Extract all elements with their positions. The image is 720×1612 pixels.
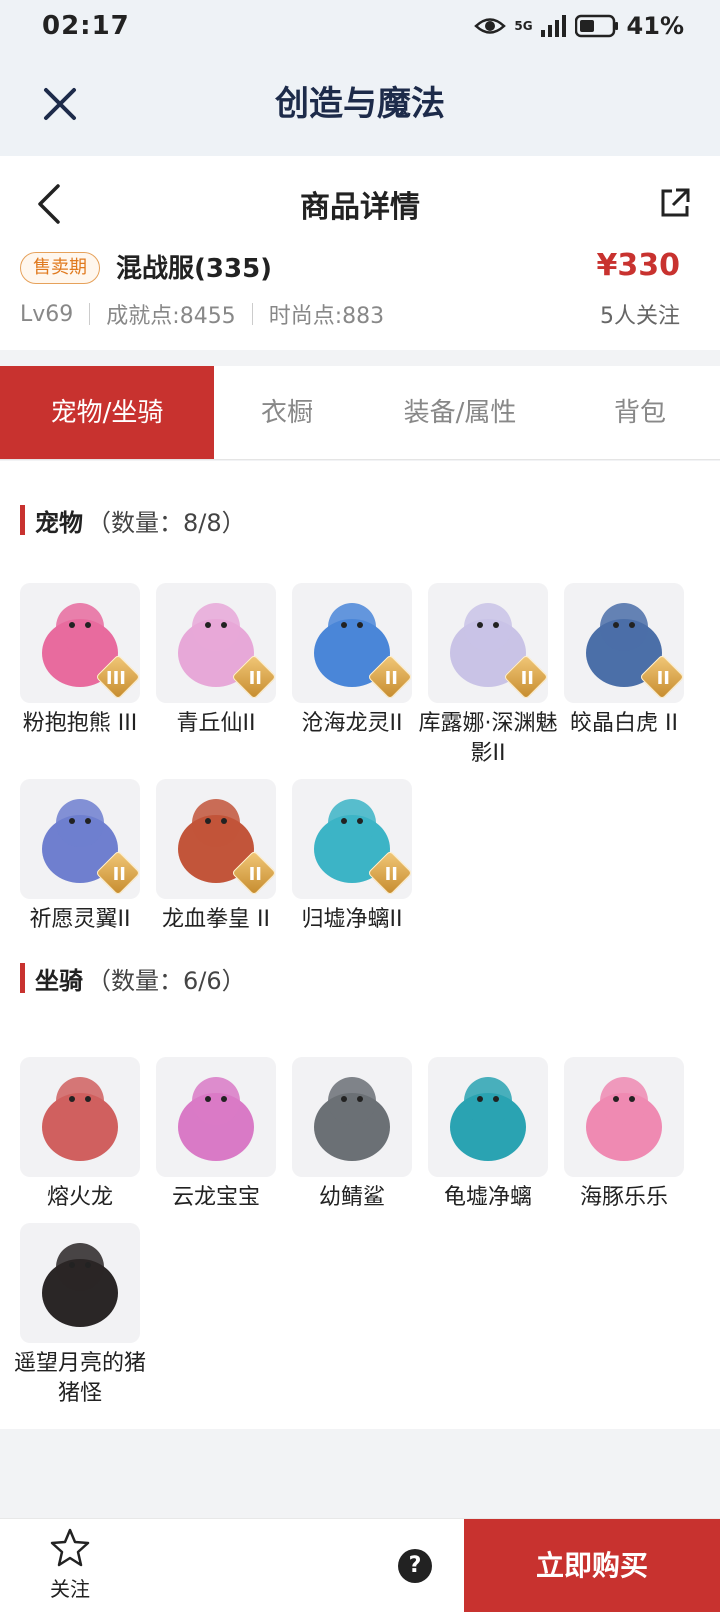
item-thumbnail: [292, 1057, 412, 1177]
help-icon[interactable]: ?: [398, 1549, 432, 1583]
pet-item[interactable]: III 粉抱抱熊 III: [20, 583, 140, 739]
item-thumbnail: III: [20, 583, 140, 703]
mount-item[interactable]: 熔火龙: [20, 1057, 140, 1213]
status-time: 02:17: [42, 11, 130, 41]
item-thumbnail: II: [20, 779, 140, 899]
mount-item[interactable]: 龟墟净螭: [428, 1057, 548, 1213]
section-title: 坐骑: [35, 966, 83, 995]
tier-label: III: [105, 668, 126, 689]
tab-bar: 宠物/坐骑 衣橱 装备/属性 背包: [0, 366, 720, 460]
item-name: 遥望月亮的猪猪怪: [13, 1351, 146, 1406]
follow-button[interactable]: 关注: [30, 1527, 110, 1602]
signal-icon: [540, 15, 566, 37]
pets-section-header: 宠物 （数量：8/8）: [20, 503, 246, 537]
price: ¥330: [596, 248, 681, 283]
tab-pets-mounts[interactable]: 宠物/坐骑: [0, 366, 214, 459]
pet-item[interactable]: II 皎晶白虎 II: [564, 583, 684, 739]
product-header: 商品详情 售卖期 混战服(335) ¥330 Lv69 成就点:8455 时尚点…: [0, 156, 720, 350]
mounts-section-header: 坐骑 （数量：6/6）: [20, 961, 246, 995]
tier-label: II: [384, 864, 398, 885]
creature-illustration: [42, 1243, 118, 1327]
creature-illustration: [42, 1077, 118, 1161]
mount-item[interactable]: 海豚乐乐: [564, 1057, 684, 1213]
item-thumbnail: II: [292, 583, 412, 703]
pet-item[interactable]: II 沧海龙灵II: [292, 583, 412, 739]
follow-label: 关注: [50, 1577, 90, 1601]
follower-count: 5人关注: [600, 304, 680, 329]
divider: [89, 303, 91, 325]
app-bar: 创造与魔法: [0, 52, 720, 156]
tab-backpack[interactable]: 背包: [560, 366, 720, 459]
pet-item[interactable]: II 祈愿灵翼II: [20, 779, 140, 935]
creature-illustration: [450, 1077, 526, 1161]
battery-percent: 41%: [626, 12, 684, 40]
item-name: 云龙宝宝: [171, 1185, 260, 1210]
server-name: 混战服(335): [116, 254, 273, 284]
status-icons: 5G 41%: [474, 12, 684, 40]
tier-label: II: [384, 668, 398, 689]
section-title: 宠物: [35, 508, 83, 537]
item-name: 幼鲭鲨: [318, 1185, 385, 1210]
item-thumbnail: II: [156, 583, 276, 703]
section-marker: [20, 505, 25, 535]
battery-icon: [574, 14, 618, 38]
item-thumbnail: II: [156, 779, 276, 899]
item-name: 皎晶白虎 II: [570, 711, 678, 736]
sale-status-badge: 售卖期: [20, 252, 100, 284]
pet-item[interactable]: II 归墟净螭II: [292, 779, 412, 935]
item-thumbnail: II: [564, 583, 684, 703]
item-name: 海豚乐乐: [579, 1185, 668, 1210]
item-name: 青丘仙II: [176, 711, 256, 736]
item-name: 粉抱抱熊 III: [22, 711, 138, 736]
achievement-stat: 成就点:8455: [106, 304, 236, 329]
item-name: 归墟净螭II: [301, 907, 403, 932]
star-icon: [50, 1528, 90, 1567]
status-bar: 02:17 5G 41%: [0, 0, 720, 52]
section-count: （数量：6/6）: [87, 966, 246, 995]
divider: [251, 303, 253, 325]
creature-illustration: [178, 1077, 254, 1161]
tier-label: II: [112, 864, 126, 885]
app-title: 创造与魔法: [275, 84, 445, 124]
tab-wardrobe[interactable]: 衣橱: [214, 366, 360, 459]
mount-item[interactable]: 遥望月亮的猪猪怪: [14, 1223, 146, 1409]
tier-label: II: [248, 864, 262, 885]
section-count: （数量：8/8）: [87, 508, 246, 537]
creature-illustration: [314, 1077, 390, 1161]
item-thumbnail: [156, 1057, 276, 1177]
eye-icon: [474, 18, 507, 34]
mount-item[interactable]: 云龙宝宝: [156, 1057, 276, 1213]
item-name: 沧海龙灵II: [301, 711, 403, 736]
item-name: 龙血拳皇 II: [162, 907, 270, 932]
section-marker: [20, 963, 25, 993]
pet-item[interactable]: II 青丘仙II: [156, 583, 276, 739]
page-title: 商品详情: [300, 190, 420, 225]
bottom-action-bar: 关注 ? 立即购买: [0, 1518, 720, 1612]
item-thumbnail: [564, 1057, 684, 1177]
creature-illustration: [586, 1077, 662, 1161]
tier-label: II: [520, 668, 534, 689]
pet-item[interactable]: II 库露娜·深渊魅影II: [419, 583, 558, 769]
item-name: 库露娜·深渊魅影II: [418, 711, 558, 766]
item-thumbnail: II: [292, 779, 412, 899]
fashion-stat: 时尚点:883: [268, 304, 385, 329]
item-thumbnail: II: [428, 583, 548, 703]
buy-now-button[interactable]: 立即购买: [464, 1519, 720, 1612]
tier-label: II: [248, 668, 262, 689]
pet-item[interactable]: II 龙血拳皇 II: [156, 779, 276, 935]
item-thumbnail: [428, 1057, 548, 1177]
account-stats: Lv69 成就点:8455 时尚点:883: [20, 298, 384, 330]
tab-content: 宠物 （数量：8/8） III 粉抱抱熊 III II 青丘仙II II 沧海龙灵II II…: [0, 461, 720, 1429]
item-name: 龟墟净螭: [443, 1185, 532, 1210]
level-stat: Lv69: [20, 301, 74, 327]
network-label: 5G: [514, 19, 533, 33]
item-thumbnail: [20, 1057, 140, 1177]
item-name: 祈愿灵翼II: [29, 907, 131, 932]
mount-item[interactable]: 幼鲭鲨: [292, 1057, 412, 1213]
share-icon[interactable]: [658, 186, 692, 220]
tab-equipment[interactable]: 装备/属性: [360, 366, 560, 459]
item-thumbnail: [20, 1223, 140, 1343]
item-name: 熔火龙: [46, 1185, 113, 1210]
tier-label: II: [656, 668, 670, 689]
